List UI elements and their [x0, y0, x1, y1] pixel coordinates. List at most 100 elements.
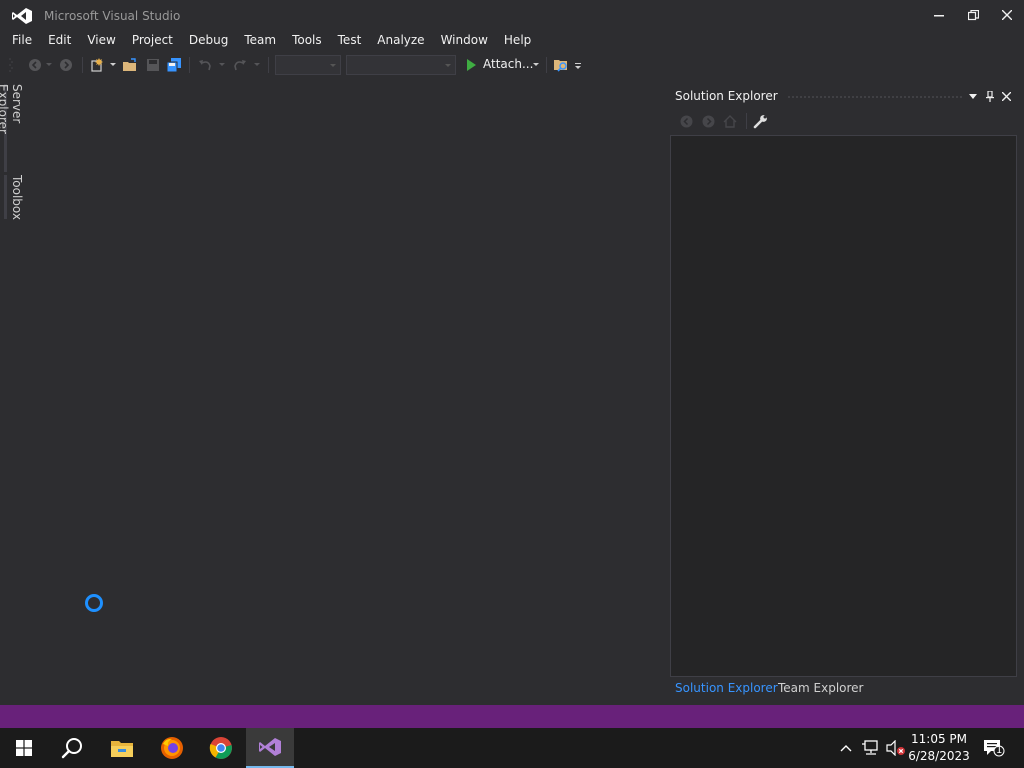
forward-icon — [702, 115, 714, 127]
visual-studio-taskbar-button[interactable] — [246, 728, 294, 768]
panel-drag-grip[interactable] — [787, 95, 963, 100]
toolbar-grip[interactable] — [8, 55, 14, 75]
undo-dropdown[interactable] — [217, 55, 227, 75]
restore-icon — [967, 9, 979, 20]
save-button[interactable] — [143, 55, 163, 75]
menu-analyze[interactable]: Analyze — [369, 31, 432, 52]
solution-configurations-combo[interactable] — [275, 55, 341, 75]
navigate-back-dropdown[interactable] — [44, 55, 54, 75]
network-icon — [862, 740, 878, 755]
vs-logo-icon — [12, 8, 32, 24]
search-button[interactable] — [48, 728, 96, 768]
firefox-button[interactable] — [148, 728, 196, 768]
menu-debug[interactable]: Debug — [181, 31, 236, 52]
menu-file[interactable]: File — [4, 31, 40, 52]
window-position-dropdown[interactable] — [966, 89, 980, 103]
tab-solution-explorer[interactable]: Solution Explorer — [669, 678, 784, 698]
redo-button[interactable] — [230, 55, 250, 75]
sol-properties-button[interactable] — [752, 113, 768, 129]
solution-explorer-title: Solution Explorer — [675, 89, 778, 103]
visual-studio-window: Microsoft Visual Studio File Edit View P… — [0, 0, 1024, 768]
start-debugging-button[interactable] — [462, 55, 480, 75]
chrome-icon — [209, 737, 232, 759]
toolbox-tab[interactable]: Toolbox — [4, 175, 24, 220]
solution-explorer-tree[interactable] — [670, 135, 1017, 677]
toolbar-separator — [546, 57, 547, 73]
pin-icon — [986, 90, 994, 102]
chevron-down-icon — [969, 93, 977, 99]
tab-team-explorer[interactable]: Team Explorer — [772, 678, 870, 698]
menu-window[interactable]: Window — [433, 31, 496, 52]
sol-back-button[interactable] — [678, 113, 694, 129]
back-icon — [680, 115, 692, 127]
find-in-files-button[interactable] — [551, 55, 571, 75]
volume-button[interactable] — [885, 738, 907, 758]
menu-test[interactable]: Test — [330, 31, 370, 52]
volume-muted-icon — [886, 740, 905, 756]
action-center-button[interactable]: 1 — [982, 738, 1006, 758]
toolbar-options-dropdown[interactable] — [573, 55, 583, 75]
clock-time[interactable]: 11:05 PM — [908, 732, 970, 746]
close-panel-button[interactable] — [999, 89, 1013, 103]
navigate-back-button[interactable] — [24, 55, 46, 75]
show-hidden-icons-button[interactable] — [838, 738, 854, 758]
auto-hide-pin-button[interactable] — [983, 89, 997, 103]
restore-button[interactable] — [960, 4, 986, 26]
menu-project[interactable]: Project — [124, 31, 181, 52]
navigate-forward-button[interactable] — [56, 55, 76, 75]
title-bar: Microsoft Visual Studio — [0, 0, 1024, 31]
network-button[interactable] — [861, 738, 881, 758]
menu-edit[interactable]: Edit — [40, 31, 79, 52]
minimize-button[interactable] — [926, 4, 952, 26]
new-project-dropdown[interactable] — [107, 55, 119, 75]
redo-dropdown[interactable] — [252, 55, 262, 75]
undo-icon — [199, 60, 211, 71]
chevron-down-icon — [330, 64, 336, 67]
menu-bar: File Edit View Project Debug Team Tools … — [0, 31, 1024, 52]
sol-forward-button[interactable] — [700, 113, 716, 129]
close-button[interactable] — [994, 4, 1020, 26]
solution-explorer-panel: Solution Explorer Solution Explorer Team… — [669, 86, 1018, 698]
menu-help[interactable]: Help — [496, 31, 539, 52]
windows-start-icon — [16, 740, 32, 756]
back-icon — [29, 59, 41, 71]
start-button[interactable] — [0, 728, 48, 768]
standard-toolbar: Attach... — [0, 53, 1024, 77]
undo-button[interactable] — [195, 55, 215, 75]
start-debug-icon — [467, 59, 476, 71]
open-file-button[interactable] — [120, 55, 140, 75]
menu-team[interactable]: Team — [236, 31, 284, 52]
toolbar-separator — [189, 57, 190, 73]
chrome-button[interactable] — [197, 728, 245, 768]
solution-explorer-tabs: Solution Explorer Team Explorer — [669, 678, 1018, 698]
open-file-icon — [123, 58, 136, 71]
clock-date[interactable]: 6/28/2023 — [908, 749, 970, 763]
solution-explorer-toolbar — [669, 108, 1018, 134]
menu-view[interactable]: View — [79, 31, 123, 52]
server-explorer-tab[interactable]: Server Explorer — [0, 84, 24, 172]
solution-platforms-combo[interactable] — [346, 55, 456, 75]
chevron-down-icon — [445, 64, 451, 67]
save-icon — [147, 59, 159, 71]
sol-home-button[interactable] — [722, 113, 738, 129]
file-explorer-button[interactable] — [98, 728, 146, 768]
save-all-button[interactable] — [164, 55, 184, 75]
properties-wrench-icon — [753, 114, 767, 128]
attach-dropdown[interactable] — [530, 55, 542, 75]
left-tool-tabs: Server Explorer Toolbox — [0, 78, 24, 704]
visual-studio-icon — [259, 738, 281, 756]
find-in-files-icon — [554, 60, 567, 72]
new-project-button[interactable] — [87, 55, 107, 75]
menu-tools[interactable]: Tools — [284, 31, 330, 52]
windows-taskbar: 11:05 PM 6/28/2023 1 — [0, 728, 1024, 768]
minimize-icon — [934, 15, 944, 17]
save-all-icon — [166, 58, 181, 73]
status-bar — [0, 705, 1024, 728]
toolbar-separator — [746, 113, 747, 129]
home-icon — [723, 114, 737, 128]
notification-count: 1 — [996, 745, 1003, 756]
redo-icon — [234, 60, 246, 71]
solution-explorer-header: Solution Explorer — [669, 86, 1018, 107]
chevron-up-icon — [840, 744, 852, 751]
attach-button-label[interactable]: Attach... — [483, 57, 533, 71]
